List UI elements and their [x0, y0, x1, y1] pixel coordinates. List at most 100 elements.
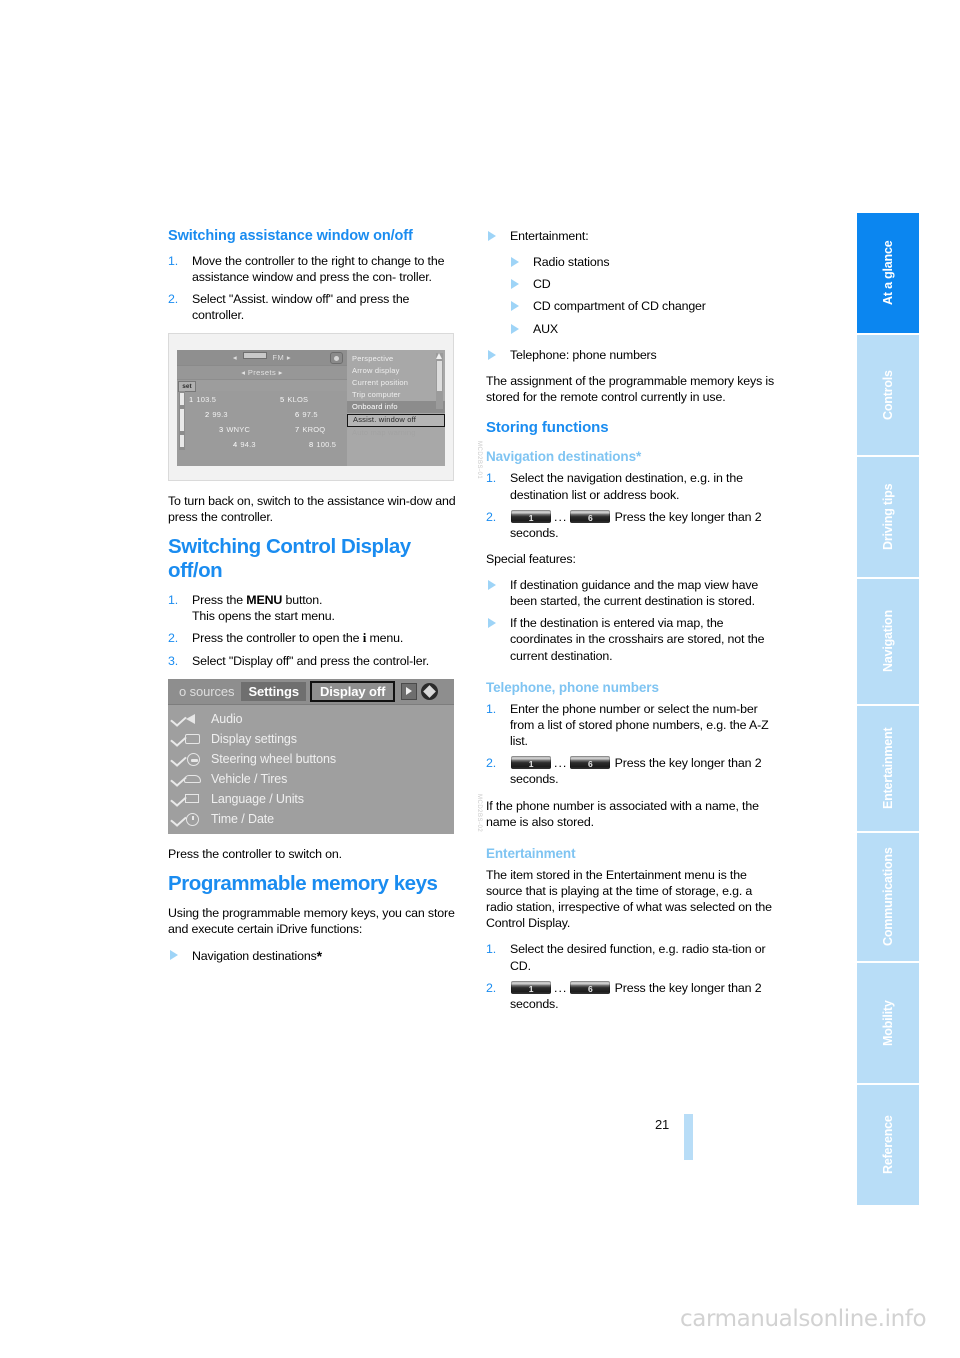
idrive-screen: ◂ FM ▸ ◂ Presets ▸ set 1 103.5 5 KLOS 2 … [177, 350, 445, 467]
list-item: If destination guidance and the map view… [486, 577, 782, 609]
tab-settings[interactable]: Settings [241, 682, 306, 702]
memory-key-label: 1 [528, 512, 534, 523]
special-features-list: If destination guidance and the map view… [486, 577, 782, 664]
preset-cell[interactable]: 6 97.5 [255, 407, 345, 422]
step-text: Press the key longer than [614, 756, 752, 771]
memory-key-1-icon: 1 [511, 509, 551, 523]
menu-scrollbar[interactable] [436, 353, 443, 410]
step-item: 1. Move the controller to the right to c… [168, 253, 464, 285]
page-marker-bar [684, 1114, 693, 1160]
preset-index: 1 [189, 395, 194, 405]
preset-cell[interactable]: 1 103.5 [189, 392, 254, 407]
step-number: 2. [486, 980, 497, 995]
tab-audio-sources[interactable]: o sources [172, 682, 241, 701]
memory-key-label: 1 [528, 759, 534, 770]
sidebar-tab-entertainment[interactable]: Entertainment [857, 706, 919, 831]
triangle-bullet-icon [488, 618, 496, 629]
memory-key-label: 6 [588, 759, 593, 770]
step-text: Select "Assist. window off" and press th… [192, 291, 410, 306]
preset-name: KLOS [287, 395, 309, 405]
control-display-steps: 1. Press the MENU button. This opens the … [168, 592, 464, 669]
preset-cell[interactable]: 8 100.5 [269, 437, 345, 452]
left-text-column: Switching assistance window on/off 1. Mo… [168, 228, 482, 976]
watermark: carmanualsonline.info [680, 1306, 927, 1332]
press-controller-switch-on: Press the controller to switch on. [168, 847, 342, 862]
preset-cell[interactable]: 3 WNYC [189, 422, 269, 437]
list-item: CD compartment of CD changer [486, 298, 782, 314]
entertainment-storing-steps: 1. Select the desired function, e.g. rad… [486, 941, 782, 1012]
list-item-label: Entertainment: [510, 229, 589, 243]
controller-knob-icon [421, 683, 439, 701]
preset-cell[interactable]: 5 KLOS [254, 392, 345, 407]
navigation-storing-steps: 1. Select the navigation destination, e.… [486, 470, 782, 541]
menu-item-trip-computer[interactable]: Trip computer [347, 389, 445, 401]
sidebar-tab-driving-tips[interactable]: Driving tips [857, 457, 919, 577]
preset-cell[interactable]: 7 KROQ [269, 422, 345, 437]
triangle-bullet-icon [488, 580, 496, 591]
step-item: 2. Select "Assist. window off" and press… [168, 291, 464, 323]
menu-item-arrow-display[interactable]: Arrow display [347, 365, 445, 377]
list-item: Telephone: phone numbers [486, 347, 782, 363]
next-arrow-icon[interactable] [401, 683, 418, 701]
menu-item-current-position[interactable]: Current position [347, 377, 445, 389]
triangle-bullet-icon [511, 323, 519, 334]
step-text: Press the key longer than [614, 509, 752, 524]
list-item: Entertainment: [486, 228, 782, 244]
sidebar-tab-controls[interactable]: Controls [857, 335, 919, 455]
preset-row: 3 WNYC 7 KROQ [189, 422, 345, 437]
ellipsis: ... [554, 980, 568, 995]
band-bar: ◂ FM ▸ [177, 350, 347, 367]
tab-display-off[interactable]: Display off [309, 681, 396, 703]
menu-item-assist-window-off[interactable]: Assist. window off [347, 414, 445, 428]
step-text-b: button. [282, 592, 323, 607]
memory-key-6-icon: 6 [570, 980, 611, 994]
clock-icon [170, 811, 204, 827]
preset-name: KROQ [302, 425, 326, 435]
settings-item-label: Language / Units [211, 792, 304, 807]
settings-item-label: Audio [211, 712, 243, 727]
step-item: 1. Press the MENU button. This opens the … [168, 592, 464, 624]
step-text: Press the key longer than [614, 980, 752, 995]
step-item: 2. Press the controller to open the i men… [168, 630, 464, 647]
preset-name: 103.5 [196, 395, 217, 405]
sidebar-tab-mobility[interactable]: Mobility [857, 963, 919, 1083]
preset-row: 2 99.3 6 97.5 [189, 407, 345, 422]
menu-item-onboard-info[interactable]: Onboard info [347, 401, 445, 414]
preset-cell[interactable]: 2 99.3 [189, 407, 255, 422]
settings-menu-image: o sources Settings Display off Audio Dis… [168, 679, 454, 835]
sidebar-tab-at-a-glance[interactable]: At a glance [857, 213, 919, 333]
band-label: FM [272, 353, 285, 363]
settings-tab-bar: o sources Settings Display off [168, 679, 454, 706]
settings-item-time-date[interactable]: Time / Date [170, 809, 454, 829]
heading-programmable-memory-keys: Programmable memory keys [168, 872, 438, 896]
step-text: Select the desired function, e.g. radio … [510, 942, 766, 973]
menu-item-auto-map-warning[interactable]: Auto map warning [347, 427, 445, 439]
step-item: 1. Select the desired function, e.g. rad… [486, 941, 782, 973]
preset-name: 97.5 [302, 410, 318, 420]
list-item: Navigation destinations* [168, 947, 464, 965]
sidebar-tab-communications[interactable]: Communications [857, 833, 919, 961]
settings-item-list: Audio Display settings Steering wheel bu… [168, 705, 454, 829]
settings-item-display-settings[interactable]: Display settings [170, 729, 454, 749]
settings-item-vehicle-tires[interactable]: Vehicle / Tires [170, 769, 454, 789]
settings-item-label: Vehicle / Tires [211, 772, 288, 787]
step-number: 2. [168, 291, 179, 306]
right-text-column: Entertainment: Radio stations CD CD comp… [486, 228, 782, 1022]
sidebar-tab-reference[interactable]: Reference [857, 1085, 919, 1205]
list-item: CD [486, 276, 782, 292]
step-text-line2: This opens the start menu. [192, 609, 335, 624]
list-item-label: CD compartment of CD changer [533, 299, 706, 314]
preset-cell[interactable]: 4 94.3 [189, 437, 269, 452]
step-item: 1. Select the navigation destination, e.… [486, 470, 782, 502]
memory-key-1-icon: 1 [511, 980, 551, 994]
settings-item-steering-wheel-buttons[interactable]: Steering wheel buttons [170, 749, 454, 769]
settings-item-audio[interactable]: Audio [170, 709, 454, 729]
list-item-label: CD [533, 277, 551, 292]
preset-index: 6 [295, 410, 300, 420]
settings-item-language-units[interactable]: Language / Units [170, 789, 454, 809]
sidebar-tab-navigation[interactable]: Navigation [857, 579, 919, 704]
speaker-icon [170, 711, 204, 727]
menu-item-perspective[interactable]: Perspective [347, 353, 445, 365]
list-item-label: AUX [533, 321, 559, 336]
scrollbar[interactable] [179, 391, 185, 451]
